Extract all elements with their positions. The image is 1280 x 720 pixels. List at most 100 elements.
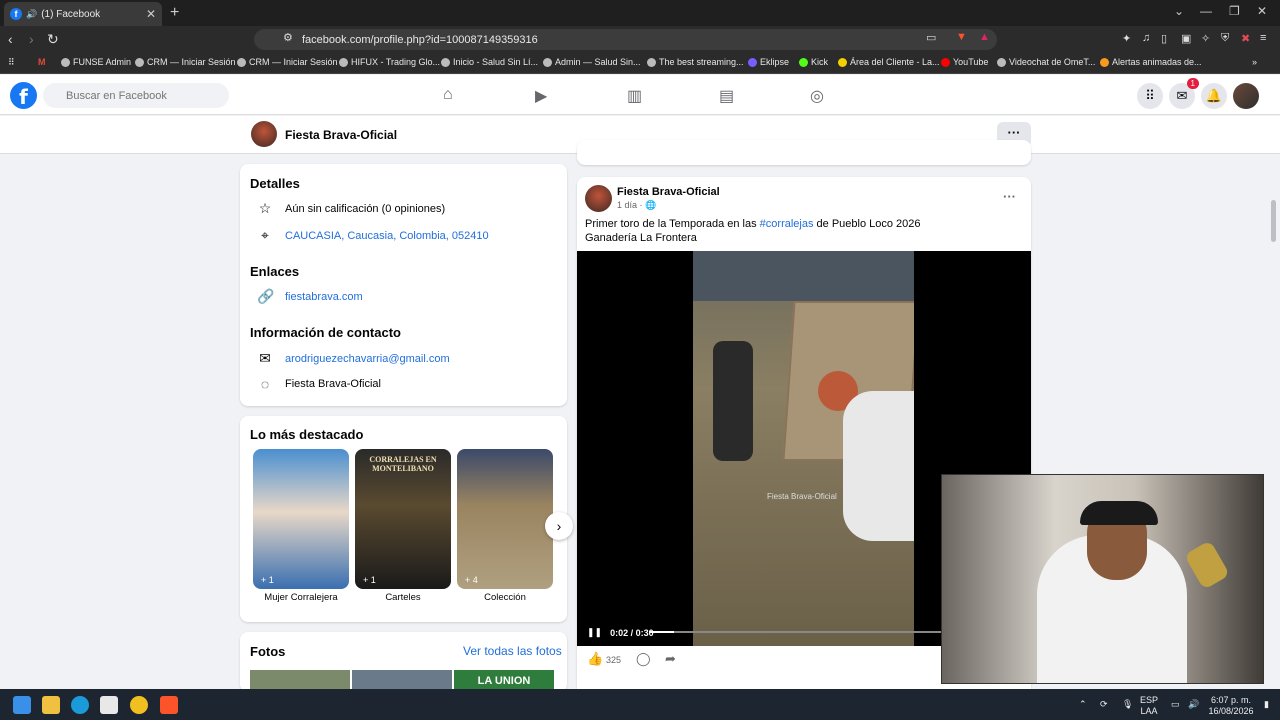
tab-list-chevron-icon[interactable]: ⌄	[1174, 4, 1184, 18]
volume-icon[interactable]: 🔊	[1188, 699, 1199, 710]
page-avatar[interactable]	[251, 121, 277, 147]
apps-grid-icon[interactable]: ⠿	[8, 57, 15, 68]
notifications-button[interactable]: 🔔	[1201, 83, 1227, 109]
brave-icon[interactable]	[160, 696, 178, 714]
bookmark-item[interactable]: FUNSE Admin	[61, 57, 131, 67]
cast-icon[interactable]: ▭	[926, 31, 936, 44]
bookmark-item[interactable]: CRM — Iniciar Sesión	[135, 57, 236, 67]
like-count[interactable]: 325	[606, 655, 621, 665]
see-all-photos-link[interactable]: Ver todas las fotos	[463, 644, 562, 658]
sidebar-icon[interactable]: ▯	[1161, 32, 1167, 45]
website-link[interactable]: fiestabrava.com	[285, 291, 363, 303]
share-icon[interactable]: ➦	[665, 651, 676, 667]
close-window-button[interactable]: ✕	[1257, 4, 1267, 18]
highlight-caption[interactable]: Mujer Corralejera	[253, 592, 349, 603]
new-tab-button[interactable]: +	[170, 4, 179, 22]
like-icon[interactable]: 👍	[587, 651, 603, 667]
pause-icon[interactable]: ❚❚	[587, 627, 602, 638]
store-icon[interactable]	[100, 696, 118, 714]
photos-heading: Fotos	[250, 644, 286, 659]
gaming-icon[interactable]: ◎	[810, 86, 824, 106]
search-input[interactable]	[43, 83, 229, 108]
bookmark-item[interactable]: Área del Cliente - La...	[838, 57, 940, 67]
edge-icon[interactable]	[71, 696, 89, 714]
bookmark-item[interactable]: Videochat de OmeT...	[997, 57, 1095, 67]
home-icon[interactable]: ⌂	[443, 86, 453, 104]
bookmark-item[interactable]: CRM — Iniciar Sesión	[237, 57, 338, 67]
close-tab-icon[interactable]: ✕	[146, 7, 156, 21]
highlight-caption[interactable]: Colección	[457, 592, 553, 603]
leo-icon[interactable]: ✧	[1201, 32, 1210, 45]
wallet-icon[interactable]: ▣	[1181, 32, 1191, 45]
bookmark-item[interactable]: Inicio - Salud Sin Lí...	[441, 57, 538, 67]
tray-chevron-icon[interactable]: ⌃	[1079, 699, 1087, 710]
post-options-button[interactable]: ···	[1003, 189, 1016, 204]
email-link[interactable]: arodriguezechavarria@gmail.com	[285, 353, 450, 365]
bookmark-item[interactable]: The best streaming...	[647, 57, 744, 67]
menu-grid-button[interactable]: ⠿	[1137, 83, 1163, 109]
post-author[interactable]: Fiesta Brava-Oficial	[617, 186, 720, 198]
extensions-icon[interactable]: ✦	[1122, 32, 1131, 45]
details-heading: Detalles	[250, 176, 300, 191]
messenger-contact[interactable]: Fiesta Brava-Oficial	[285, 378, 381, 390]
vpn-icon[interactable]: ⛨	[1221, 32, 1229, 45]
post-author-avatar[interactable]	[585, 185, 612, 212]
network-icon[interactable]: ▭	[1171, 699, 1180, 710]
notification-center-icon[interactable]: ▮	[1264, 699, 1269, 710]
location-row[interactable]: ⌖ CAUCASIA, Caucasia, Colombia, 052410	[257, 227, 489, 244]
highlights-next-button[interactable]: ›	[545, 512, 573, 540]
bookmark-item[interactable]: Alertas animadas de...	[1100, 57, 1202, 67]
maximize-button[interactable]: ❐	[1229, 4, 1240, 18]
site-info-icon[interactable]: ⚙	[283, 31, 293, 44]
email-row[interactable]: ✉ arodriguezechavarria@gmail.com	[257, 350, 450, 367]
url-field[interactable]: facebook.com/profile.php?id=100087149359…	[254, 29, 997, 50]
groups-icon[interactable]: ▥	[627, 86, 642, 106]
chrome-icon[interactable]	[130, 696, 148, 714]
facebook-header: f ⌕ ⌂ ▶ ▥ ▤ ◎ ⠿ ✉ 1 🔔	[0, 75, 1280, 115]
windows-start-icon[interactable]	[13, 696, 31, 714]
bookmark-item[interactable]: Kick	[799, 57, 828, 67]
location-link[interactable]: CAUCASIA, Caucasia, Colombia, 052410	[285, 230, 489, 242]
minimize-button[interactable]: —	[1200, 4, 1212, 18]
marketplace-icon[interactable]: ▤	[719, 86, 734, 106]
page-title[interactable]: Fiesta Brava-Oficial	[285, 128, 397, 142]
brave-rewards-icon[interactable]: ▲	[979, 31, 990, 43]
messenger-button[interactable]: ✉ 1	[1169, 78, 1199, 109]
facebook-logo-icon[interactable]: f	[10, 82, 37, 109]
clock[interactable]: 6:07 p. m. 16/08/2026	[1208, 695, 1254, 717]
page-scrollbar[interactable]	[1271, 200, 1276, 242]
person-cap	[1080, 501, 1158, 525]
mic-icon[interactable]: 🎙	[1122, 699, 1133, 710]
website-row[interactable]: 🔗 fiestabrava.com	[257, 288, 363, 305]
forward-button[interactable]: ›	[29, 31, 34, 47]
bookmark-item[interactable]: YouTube	[941, 57, 988, 67]
back-button[interactable]: ‹	[8, 31, 13, 47]
reload-button[interactable]: ↻	[47, 31, 59, 48]
highlight-coleccion[interactable]: + 4	[457, 449, 553, 589]
hashtag-link[interactable]: #corralejas	[760, 218, 814, 230]
sync-icon[interactable]: ⟳	[1100, 699, 1108, 710]
menu-icon[interactable]: ≡	[1260, 32, 1266, 44]
comment-icon[interactable]: ◯	[636, 651, 651, 667]
highlight-mujer-corralejera[interactable]: + 1	[253, 449, 349, 589]
account-avatar[interactable]	[1233, 83, 1259, 109]
bookmark-item[interactable]: Admin — Salud Sin...	[543, 57, 641, 67]
profile-ext-icon[interactable]: ✖	[1241, 32, 1250, 45]
media-icon[interactable]: ♫	[1142, 32, 1150, 44]
highlight-count: + 1	[261, 575, 274, 585]
post-time[interactable]: 1 día · 🌐	[617, 200, 656, 211]
brave-shield-icon[interactable]: ▼	[956, 31, 967, 43]
more-bookmarks-icon[interactable]: »	[1252, 57, 1257, 67]
gmail-icon[interactable]: M	[38, 57, 46, 67]
bookmark-item[interactable]: Eklipse	[748, 57, 789, 67]
messenger-row[interactable]: ◌ Fiesta Brava-Oficial	[257, 376, 381, 392]
highlight-carteles[interactable]: CORRALEJAS EN MONTELIBANO + 1	[355, 449, 451, 589]
file-explorer-icon[interactable]	[42, 696, 60, 714]
video-icon[interactable]: ▶	[535, 86, 547, 106]
bookmark-item[interactable]: HIFUX - Trading Glo...	[339, 57, 440, 67]
bookmarks-bar: ⠿ M FUNSE Admin CRM — Iniciar Sesión CRM…	[0, 53, 1280, 74]
browser-tab[interactable]: f 🔊 (1) Facebook ✕	[4, 2, 162, 26]
highlight-caption[interactable]: Carteles	[355, 592, 451, 603]
contact-heading: Información de contacto	[250, 325, 401, 340]
language-indicator[interactable]: ESP LAA	[1140, 695, 1158, 717]
